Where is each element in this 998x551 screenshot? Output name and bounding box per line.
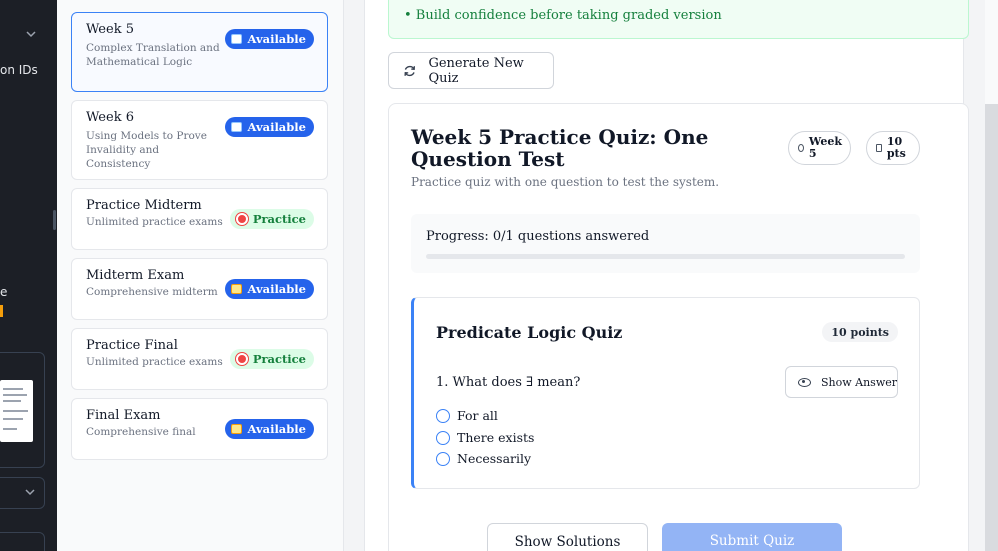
sidebar-text-fragment: on IDs [0,63,38,77]
sidebar-accent-mark [0,305,3,317]
status-badge: Available [225,419,314,439]
item-subtitle: Comprehensive midterm [86,286,218,298]
sidebar-text-fragment-2: e [0,285,8,299]
item-subtitle: Comprehensive final [86,426,196,438]
memo-icon [231,424,243,434]
radio-button[interactable] [436,408,450,423]
points-badge: 10 points [822,322,898,342]
badge-label: Available [247,32,306,46]
quiz-description: Practice quiz with one question to test … [411,175,720,189]
option-label: Necessarily [457,451,532,466]
progress-panel: Progress: 0/1 questions answered [411,214,920,273]
book-icon [231,34,243,44]
list-item-practice-midterm[interactable]: Practice Midterm Unlimited practice exam… [71,188,328,250]
resize-handle[interactable] [53,210,56,230]
sidebar-select[interactable] [0,477,45,509]
quiz-title: Week 5 Practice Quiz: One Question Test [411,125,709,171]
chevron-down-icon[interactable] [24,486,36,498]
scrollbar[interactable] [985,0,998,551]
list-item-practice-final[interactable]: Practice Final Unlimited practice exams … [71,328,328,390]
show-solutions-label: Show Solutions [514,534,621,550]
item-subtitle: Complex Translation and Mathematical Log… [86,42,220,68]
memo-icon [231,284,243,294]
submit-quiz-button[interactable]: Submit Quiz [662,523,842,551]
quiz-card: Week 5 Practice Quiz: One Question Test … [388,103,969,551]
sidebar-bottom-box[interactable] [0,532,45,551]
item-subtitle: Unlimited practice exams [86,356,223,368]
points-pill: 10 pts [866,131,920,165]
status-badge: Available [225,279,314,299]
chevron-down-icon[interactable] [24,27,38,41]
scrollbar-thumb[interactable] [985,104,998,551]
generate-quiz-button[interactable]: Generate New Quiz [388,52,554,89]
list-item-midterm-exam[interactable]: Midterm Exam Comprehensive midterm Avail… [71,258,328,320]
status-badge: Practice [229,349,314,369]
clipboard-icon [876,144,882,152]
show-answer-button[interactable]: Show Answer [785,366,898,398]
answer-option[interactable]: There exists [436,430,534,445]
status-badge: Practice [229,209,314,229]
progress-label: Progress: 0/1 questions answered [426,229,650,244]
list-item-final-exam[interactable]: Final Exam Comprehensive final Available [71,398,328,460]
tips-box: • Build confidence before taking graded … [388,0,969,39]
list-item-week-5[interactable]: Week 5 Complex Translation and Mathemati… [71,12,328,92]
refresh-icon [404,65,416,76]
points-pill-label: 10 pts [886,135,906,160]
badge-label: Practice [252,212,306,226]
status-badge: Available [225,29,314,49]
question-text: 1. What does ∃ mean? [436,375,581,390]
target-icon [235,353,248,365]
document-thumbnail [0,380,33,442]
badge-label: Available [247,282,306,296]
item-subtitle: Unlimited practice exams [86,216,223,228]
question-card: Predicate Logic Quiz 10 points 1. What d… [411,297,920,489]
badge-label: Practice [252,352,306,366]
list-item-week-6[interactable]: Week 6 Using Models to Prove Invalidity … [71,100,328,180]
week-pill: Week 5 [788,131,851,165]
scrollbar-track-top [985,0,998,104]
show-answer-label: Show Answer [821,375,898,389]
target-icon [235,213,248,225]
option-label: There exists [457,430,535,445]
generate-quiz-label: Generate New Quiz [428,55,524,86]
assessment-list: Week 5 Complex Translation and Mathemati… [57,0,344,551]
radio-button[interactable] [436,451,450,466]
radio-button[interactable] [436,430,450,445]
badge-label: Available [247,120,306,134]
eye-icon [798,377,811,387]
badge-label: Available [247,422,306,436]
clock-icon [798,144,804,152]
status-badge: Available [225,117,314,137]
question-section-title: Predicate Logic Quiz [436,323,623,342]
book-icon [231,122,243,132]
tip-text: • Build confidence before taking graded … [404,8,722,23]
show-solutions-button[interactable]: Show Solutions [487,523,648,551]
left-sidebar: on IDs e [0,0,57,551]
week-pill-label: Week 5 [808,135,842,160]
answer-option[interactable]: Necessarily [436,451,531,466]
progress-bar [426,254,905,259]
option-label: For all [457,408,498,423]
answer-option[interactable]: For all [436,408,498,423]
item-subtitle: Using Models to Prove Invalidity and Con… [86,130,207,170]
submit-quiz-label: Submit Quiz [709,533,795,549]
